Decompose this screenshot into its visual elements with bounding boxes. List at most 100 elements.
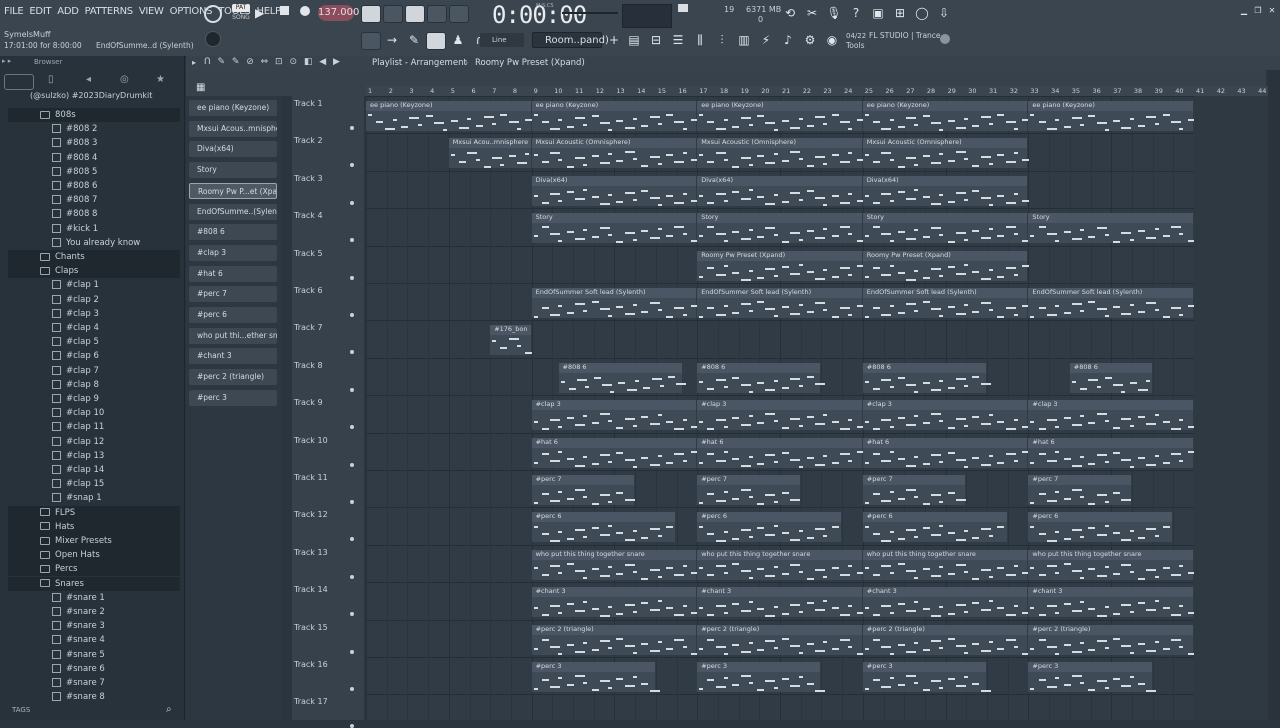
pattern-clip[interactable]: #perc 7 <box>697 475 801 505</box>
browser-file[interactable]: #snare 2 <box>52 605 105 619</box>
browser-file[interactable]: #808 5 <box>52 165 97 179</box>
timeline-ruler[interactable]: 1 2 3 4 5 6 7 8 9 10 11 12 13 14 15 16 17 18 19 20 21 22 23 24 2… <box>366 86 1268 96</box>
pat-mode-button[interactable]: PAT <box>232 4 250 12</box>
browser-file[interactable]: #snare 3 <box>52 619 105 633</box>
channel-button[interactable]: #clap 3 <box>189 244 277 261</box>
track-mute-led[interactable] <box>350 200 354 205</box>
pattern-clip[interactable]: ee piano (Keyzone) <box>862 101 1030 131</box>
browser-file[interactable]: #clap 13 <box>52 449 104 463</box>
channel-button[interactable]: #perc 2 (triangle) <box>189 369 277 386</box>
arrow-icon[interactable]: → <box>382 31 402 49</box>
browser-folder[interactable]: Percs <box>40 562 77 576</box>
track-label[interactable]: Track 7 <box>294 323 323 332</box>
render-icon[interactable]: ⚙ <box>800 31 820 49</box>
pattern-clip[interactable]: #chant 3 <box>531 587 698 618</box>
pattern-clip[interactable]: Mxsui Acoustic (Omnisphere) <box>697 138 864 169</box>
track-label[interactable]: Track 3 <box>294 174 323 183</box>
browser-root-folder[interactable]: (@sulzko) #2023DiaryDrumkit <box>30 91 180 100</box>
channel-button[interactable]: #perc 7 <box>189 286 277 303</box>
track-mute-led[interactable] <box>350 350 354 355</box>
eq-icon[interactable]: ⫼ <box>690 31 710 49</box>
channel-button[interactable]: ee piano (Keyzone) <box>189 100 277 116</box>
playlist-grid[interactable]: ee piano (Keyzone) ee piano (Keyzone) ee p… <box>366 96 1194 720</box>
pattern-clip[interactable]: #clap 3 <box>1028 400 1194 431</box>
plus-icon[interactable]: + <box>604 31 624 49</box>
pattern-clip[interactable]: #clap 3 <box>697 400 864 431</box>
track-label[interactable]: Track 1 <box>294 99 323 108</box>
track-label[interactable]: Track 4 <box>294 211 323 220</box>
channel-button[interactable]: Diva(x64) <box>189 141 277 158</box>
pattern-clip[interactable]: #perc 6 <box>697 512 842 543</box>
playlist-options-arrow[interactable]: ▸ <box>192 58 196 67</box>
link-button[interactable] <box>426 32 446 50</box>
track-mute-led[interactable] <box>350 612 354 617</box>
pattern-clip[interactable]: #hat 6 <box>697 437 864 468</box>
browser-file[interactable]: #snap 1 <box>52 491 102 505</box>
save-icon[interactable]: ▣ <box>868 4 888 22</box>
pattern-clip[interactable]: ee piano (Keyzone) <box>697 101 864 131</box>
browser-file[interactable]: #snare 7 <box>52 676 105 690</box>
news-icon[interactable]: ◉ <box>822 31 842 49</box>
pattern-clip[interactable]: Story <box>531 213 698 244</box>
browser-search-icon[interactable]: ◎ <box>120 74 129 85</box>
track-label[interactable]: Track 8 <box>294 361 323 370</box>
browser-folder[interactable]: Hats <box>40 520 74 534</box>
pattern-clip[interactable]: who put this thing together snare <box>1028 549 1194 580</box>
track-mute-led[interactable] <box>350 238 354 243</box>
browser-folder[interactable]: Mixer Presets <box>40 534 112 548</box>
browser-file[interactable]: #clap 3 <box>52 307 99 321</box>
news-subtitle[interactable]: Tools <box>846 41 864 50</box>
pattern-clip[interactable]: #perc 6 <box>1028 512 1173 543</box>
browser-folder[interactable]: 808s <box>40 108 76 122</box>
track-label[interactable]: Track 12 <box>294 510 328 519</box>
track-label[interactable]: Track 10 <box>294 436 328 445</box>
browser-star-icon[interactable]: ★ <box>156 74 165 85</box>
loop-record-button[interactable] <box>449 5 469 23</box>
browser-folder[interactable]: Snares <box>40 577 84 591</box>
pattern-clip[interactable]: Story <box>862 213 1030 244</box>
pattern-clip[interactable]: Story <box>697 213 864 244</box>
browser-file[interactable]: #clap 10 <box>52 406 104 420</box>
song-mode-button[interactable]: SONG <box>232 14 250 22</box>
browser-folder[interactable]: FLPS <box>40 506 75 520</box>
track-mute-led[interactable] <box>350 724 354 728</box>
track-mute-led[interactable] <box>350 574 354 579</box>
menu-view[interactable]: VIEW <box>139 6 164 17</box>
browser-arrows[interactable]: ▸ ▸ <box>2 57 11 65</box>
pattern-clip[interactable]: Story <box>1028 213 1194 244</box>
browser-file[interactable]: #clap 7 <box>52 364 99 378</box>
browser-file[interactable]: #snare 5 <box>52 648 105 662</box>
pattern-clip[interactable]: #808 6 <box>862 362 991 393</box>
browser-file[interactable]: #snare 8 <box>52 690 105 704</box>
pattern-clip[interactable]: #808 6 <box>697 362 826 393</box>
pattern-clip[interactable]: #hat 6 <box>862 437 1030 468</box>
browser-back-button[interactable] <box>4 74 34 90</box>
track-mute-led[interactable] <box>350 313 354 317</box>
pattern-clip[interactable]: #perc 2 (triangle) <box>697 624 864 655</box>
master-volume-slider[interactable] <box>562 12 618 14</box>
browser-file[interactable]: #808 6 <box>52 179 97 193</box>
channel-button[interactable]: who put thi...ether snare <box>189 327 277 344</box>
track-mute-led[interactable] <box>350 163 354 168</box>
snap-select[interactable]: Line <box>480 33 524 47</box>
track-mute-led[interactable] <box>350 126 354 130</box>
pattern-clip[interactable]: Roomy Pw Preset (Xpand) <box>862 250 1030 281</box>
blend-notes-button[interactable] <box>427 5 447 23</box>
track-label[interactable]: Track 15 <box>294 623 328 632</box>
pattern-clip[interactable]: Diva(x64) <box>862 175 1030 206</box>
browser-file[interactable]: #clap 14 <box>52 463 104 477</box>
browser-file[interactable]: #808 7 <box>52 193 97 207</box>
channel-button[interactable]: Roomy Pw P...et (Xpand) <box>189 182 277 199</box>
pattern-clip[interactable]: who put this thing together snare <box>697 549 864 580</box>
channel-button[interactable]: Mxsui Acous..mnisphere) <box>189 120 277 137</box>
browser-file[interactable]: #808 8 <box>52 207 97 221</box>
browser-file[interactable]: #clap 12 <box>52 435 104 449</box>
playlist-tool-icons[interactable]: ᑎ ✎ ✎ ⊘ ⇔ ⊡ ⊙ ◧ ◀ ▶ <box>204 57 342 67</box>
browser-file[interactable]: #clap 8 <box>52 378 99 392</box>
browser-file[interactable]: #808 4 <box>52 151 97 165</box>
pattern-clip[interactable]: #808 6 <box>558 362 687 393</box>
typing-keyboard-button[interactable] <box>361 5 381 23</box>
tags-label[interactable]: TAGS <box>12 706 30 714</box>
pattern-clip[interactable]: Mxsui Acou..mnisphere <box>448 138 531 169</box>
countdown-button[interactable] <box>405 5 425 23</box>
